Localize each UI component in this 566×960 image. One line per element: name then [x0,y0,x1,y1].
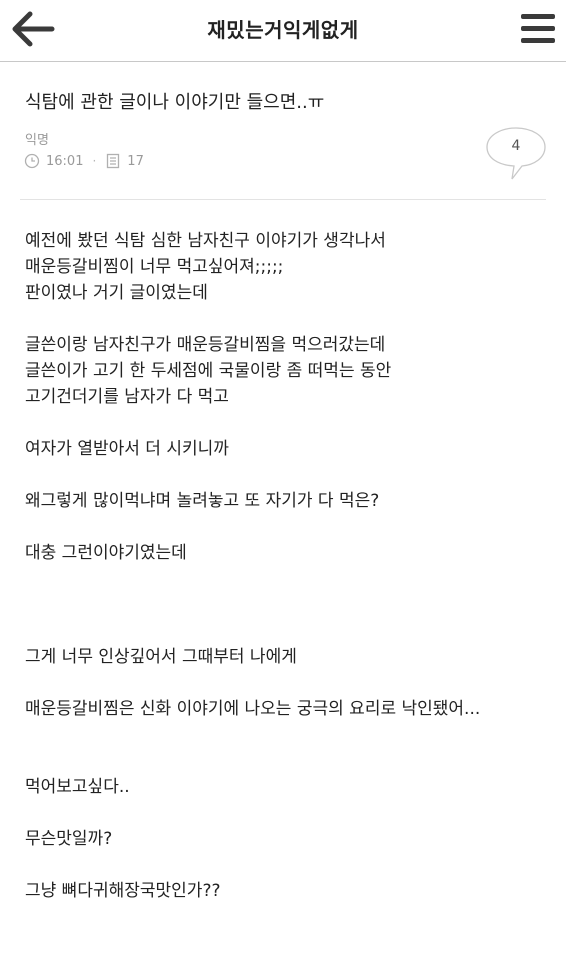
body-line: 매운등갈비찜은 신화 이야기에 나오는 궁극의 요리로 낙인됐어... [25,699,481,719]
body-line: 무슨맛일까? [25,829,113,849]
board-title: 재밌는거익게없게 [207,18,359,42]
body-blank-line [25,566,545,592]
meta-separator: · [92,154,97,168]
body-line: 그냥 뼈다귀해장국맛인가?? [25,881,221,901]
body-blank-line [25,514,545,540]
top-app-bar: 재밌는거익게없게 [0,0,566,62]
document-icon [107,153,120,169]
body-blank-line [25,410,545,436]
body-blank-line [25,748,545,774]
comment-count: 4 [511,138,521,154]
body-line: 판이였나 거기 글이였는데 [25,283,208,303]
menu-button[interactable] [518,8,558,50]
body-blank-line [25,800,545,826]
body-line: 그게 너무 인상깊어서 그때부터 나에게 [25,647,297,667]
body-blank-line [25,670,545,696]
post-meta: 16:01 · 17 [24,151,144,171]
post-author: 익명 [25,133,49,148]
post-body: 예전에 봤던 식탐 심한 남자친구 이야기가 생각나서매운등갈비찜이 너무 먹고… [25,228,545,904]
body-line: 여자가 열받아서 더 시키니까 [25,439,229,459]
post-views: 17 [127,153,144,169]
body-line: 글쓴이랑 남자친구가 매운등갈비찜을 먹으러갔는데 [25,335,386,355]
body-line: 고기건더기를 남자가 다 먹고 [25,387,229,407]
post-header: 식탐에 관한 글이나 이야기만 들으면..ㅠ 익명 16:01 · 17 4 [0,62,566,200]
body-blank-line [25,306,545,332]
body-blank-line [25,592,545,618]
body-line: 대충 그런이야기였는데 [25,543,187,563]
hamburger-menu-icon [521,14,555,43]
divider [20,199,546,200]
body-line: 매운등갈비찜이 너무 먹고싶어져;;;;; [25,257,284,277]
body-line: 왜그렇게 많이먹냐며 놀려놓고 또 자기가 다 먹은? [25,491,380,511]
body-line: 글쓴이가 고기 한 두세점에 국물이랑 좀 떠먹는 동안 [25,361,392,381]
body-line: 예전에 봤던 식탐 심한 남자친구 이야기가 생각나서 [25,231,386,251]
clock-icon [24,153,40,169]
body-blank-line [25,618,545,644]
post-time: 16:01 [46,153,84,169]
body-blank-line [25,852,545,878]
post-title: 식탐에 관한 글이나 이야기만 들으면..ㅠ [25,92,325,113]
comment-count-bubble[interactable]: 4 [484,125,548,181]
body-blank-line [25,462,545,488]
body-line: 먹어보고싶다.. [25,777,130,797]
body-blank-line [25,722,545,748]
